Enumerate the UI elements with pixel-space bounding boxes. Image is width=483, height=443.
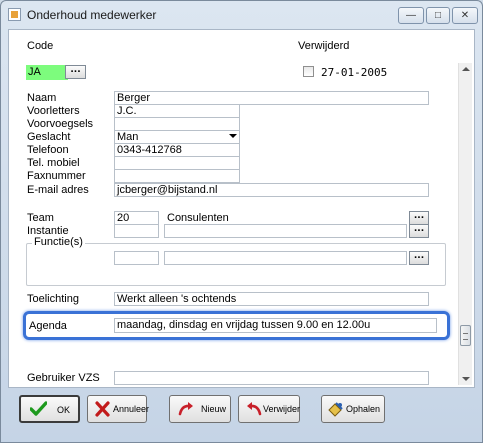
window-title: Onderhoud medewerker: [27, 8, 157, 22]
code-label: Code: [27, 40, 54, 52]
team-lookup-button[interactable]: ...: [409, 211, 429, 225]
vertical-scrollbar[interactable]: [458, 63, 472, 385]
chevron-down-icon: [229, 134, 237, 138]
scroll-up-icon[interactable]: [462, 67, 470, 71]
instantie-code-input[interactable]: [114, 224, 159, 238]
voorvoegsels-label: Voorvoegsels: [27, 118, 94, 130]
mobiel-label: Tel. mobiel: [27, 157, 80, 169]
ok-label: OK: [57, 405, 71, 415]
telefoon-label: Telefoon: [27, 144, 69, 156]
window: Onderhoud medewerker — □ ✕ Code Verwijde…: [0, 0, 483, 443]
geslacht-value: Man: [117, 131, 139, 143]
functies-label: Functie(s): [32, 236, 85, 248]
instantie-name: [164, 224, 407, 238]
geslacht-select[interactable]: Man: [114, 130, 240, 144]
instantie-lookup-button[interactable]: ...: [409, 224, 429, 238]
fax-input[interactable]: [114, 169, 240, 183]
maximize-button[interactable]: □: [426, 7, 450, 24]
title-bar: Onderhoud medewerker — □ ✕: [1, 1, 482, 29]
new-arrow-icon: [178, 402, 193, 416]
nieuw-button[interactable]: Nieuw: [169, 395, 231, 423]
verwijder-label: Verwijder: [263, 404, 301, 414]
gebruiker-input[interactable]: [114, 371, 429, 385]
toelichting-input[interactable]: Werkt alleen 's ochtends: [114, 292, 429, 306]
ophalen-label: Ophalen: [346, 404, 381, 414]
code-input[interactable]: JA: [26, 65, 68, 80]
functie-lookup-button[interactable]: ...: [409, 251, 429, 265]
verwijder-button[interactable]: Verwijder: [238, 395, 300, 423]
scroll-down-icon[interactable]: [462, 377, 470, 381]
voorletters-label: Voorletters: [27, 105, 80, 117]
functie-name: [164, 251, 407, 265]
agenda-label: Agenda: [29, 320, 67, 332]
ok-button[interactable]: OK: [19, 395, 80, 423]
annuleer-label: Annuleer: [113, 404, 150, 414]
cancel-x-icon: [95, 401, 110, 417]
app-icon: [8, 8, 21, 21]
naam-label: Naam: [27, 92, 57, 104]
deleted-checkbox[interactable]: [303, 66, 314, 77]
voorletters-input[interactable]: J.C.: [114, 104, 240, 118]
team-code-input[interactable]: 20: [114, 211, 159, 225]
telefoon-input[interactable]: 0343-412768: [114, 143, 240, 157]
team-label: Team: [27, 212, 54, 224]
geslacht-label: Geslacht: [27, 131, 71, 143]
mobiel-input[interactable]: [114, 156, 240, 170]
ophalen-button[interactable]: Ophalen: [321, 395, 385, 423]
scroll-thumb[interactable]: [460, 325, 471, 346]
functie-code-input[interactable]: [114, 251, 159, 265]
toelichting-label: Toelichting: [27, 293, 79, 305]
naam-input[interactable]: Berger: [114, 91, 429, 105]
close-button[interactable]: ✕: [452, 7, 478, 24]
minimize-button[interactable]: —: [398, 7, 424, 24]
fax-label: Faxnummer: [27, 170, 86, 182]
gebruiker-label: Gebruiker VZS: [27, 372, 100, 384]
annuleer-button[interactable]: Annuleer: [87, 395, 150, 423]
deleted-label: Verwijderd: [298, 40, 350, 52]
checkmark-icon: [30, 401, 47, 416]
email-input[interactable]: jcberger@bijstand.nl: [114, 183, 429, 197]
deleted-date: 27-01-2005: [321, 66, 388, 79]
delete-arrow-icon: [247, 402, 262, 416]
form-panel: Code Verwijderd JA ... 27-01-2005 Naam B…: [8, 29, 475, 388]
fetch-icon: [328, 402, 343, 417]
voorvoegsels-input[interactable]: [114, 117, 240, 131]
nieuw-label: Nieuw: [201, 404, 227, 414]
email-label: E-mail adres: [27, 184, 89, 196]
code-lookup-button[interactable]: ...: [65, 65, 86, 79]
agenda-input[interactable]: maandag, dinsdag en vrijdag tussen 9.00 …: [114, 318, 437, 333]
team-name: Consulenten: [164, 211, 407, 224]
